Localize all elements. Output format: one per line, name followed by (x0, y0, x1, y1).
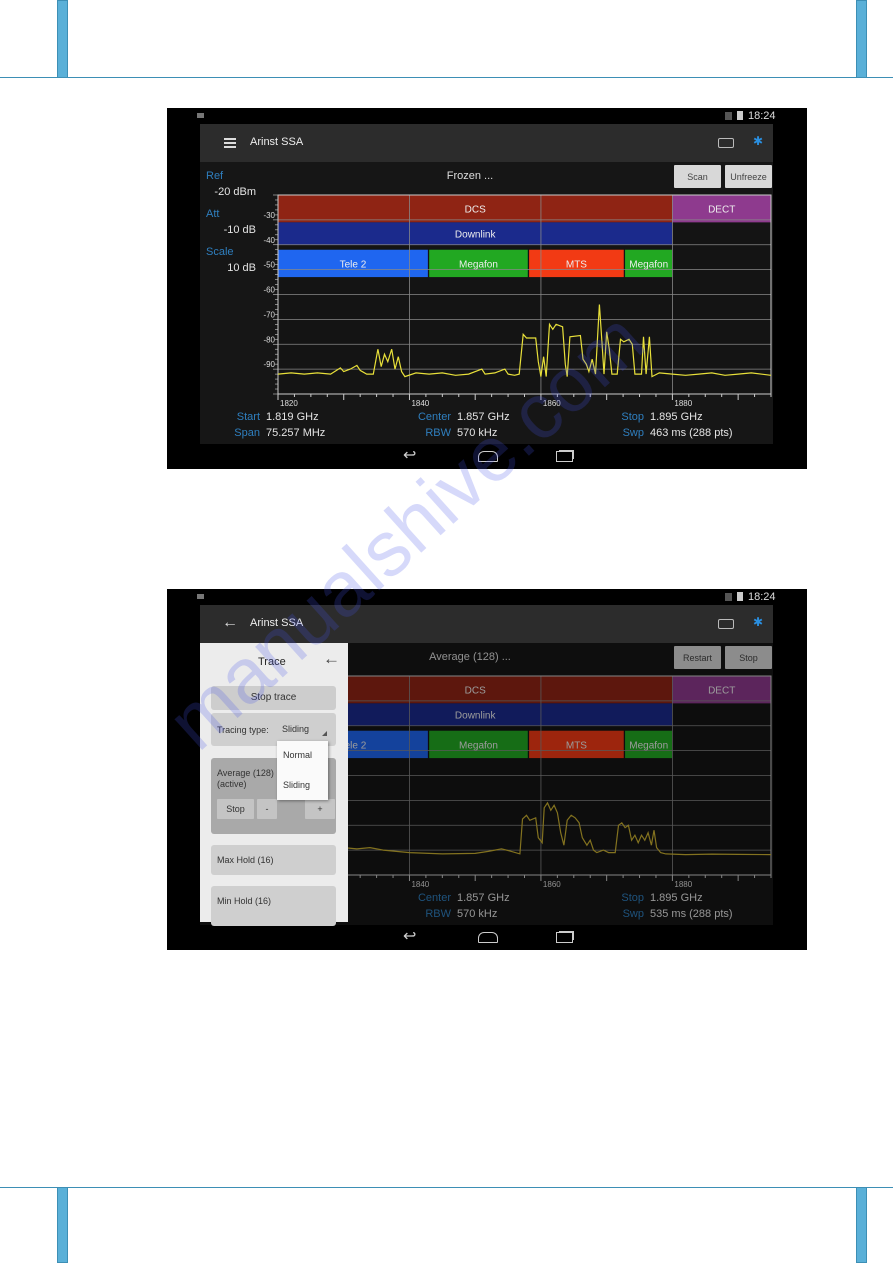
bluetooth-icon[interactable]: ✱ (753, 615, 763, 629)
readout-value: 75.257 MHz (266, 427, 326, 439)
param-label: Att (206, 208, 220, 220)
min-hold-button[interactable]: Min Hold (16) (211, 886, 336, 926)
stop-trace-button[interactable]: Stop trace (211, 686, 336, 710)
x-tick-label: 1840 (411, 399, 429, 408)
battery-status-icon (737, 111, 743, 120)
y-tick-label: -90 (263, 360, 275, 369)
tracing-type-dropdown: Normal Sliding (277, 741, 328, 800)
readout-label: Swp (622, 427, 644, 439)
dropdown-option-sliding[interactable]: Sliding (283, 780, 310, 790)
readout-value: 570 kHz (457, 427, 498, 439)
camera-notification-icon (197, 113, 204, 118)
readout-label: Span (234, 427, 260, 439)
average-button-stop[interactable]: Stop (217, 799, 254, 819)
hamburger-menu-icon[interactable] (224, 138, 236, 148)
tracing-type-select[interactable]: Sliding (282, 724, 309, 734)
readout-value: 463 ms (288 pts) (650, 427, 733, 439)
average-label: Average (128) (217, 768, 274, 778)
menu-line (224, 138, 236, 140)
signal-icon (725, 112, 732, 120)
footer-bar-right (856, 1187, 867, 1263)
nav-home-icon[interactable] (478, 932, 498, 943)
readout-value: 1.895 GHz (650, 411, 703, 423)
average-status: (active) (217, 779, 247, 789)
readout-label: RBW (425, 427, 451, 439)
nav-back-icon[interactable]: ↩ (403, 926, 416, 946)
y-tick-label: -50 (263, 261, 275, 270)
app-screenshot: 18:24 ← Arinst SSA ✱ Average (128) ... Restar… (167, 589, 807, 950)
band-label: Tele 2 (340, 259, 367, 270)
app-bar: Arinst SSA ✱ (200, 124, 773, 162)
band-label: DCS (465, 205, 486, 216)
y-tick-label: -60 (263, 286, 275, 295)
readout-label: Start (236, 411, 260, 423)
y-tick-label: -80 (263, 335, 275, 344)
footer-rule (0, 1187, 893, 1188)
device-battery-icon (718, 619, 734, 629)
bluetooth-icon[interactable]: ✱ (753, 134, 763, 148)
status-time: 18:24 (748, 110, 776, 122)
param-value: -20 dBm (214, 186, 256, 198)
scan-status-text: Frozen ... (446, 170, 494, 182)
battery-status-icon (737, 592, 743, 601)
signal-icon (725, 593, 732, 601)
nav-recents-icon[interactable] (556, 451, 573, 462)
camera-notification-icon (197, 594, 204, 599)
device-battery-icon (718, 138, 734, 148)
app-title: Arinst SSA (250, 617, 304, 629)
x-tick-label: 1820 (280, 399, 298, 408)
button-unfreeze[interactable]: Unfreeze (725, 165, 772, 188)
nav-back-icon[interactable]: ↩ (403, 445, 416, 465)
x-tick-label: 1860 (543, 399, 561, 408)
status-time: 18:24 (748, 591, 776, 603)
y-tick-label: -70 (263, 310, 275, 319)
average-button-minus[interactable]: - (257, 799, 277, 819)
y-tick-label: -30 (263, 211, 275, 220)
readout-label: Stop (621, 411, 644, 423)
button-scan[interactable]: Scan (674, 165, 721, 188)
tracing-type-label: Tracing type: (217, 725, 269, 735)
nav-recents-icon[interactable] (556, 932, 573, 943)
header-rule (0, 77, 893, 78)
readout-label: Center (417, 411, 451, 423)
param-label: Scale (206, 246, 234, 258)
max-hold-button[interactable]: Max Hold (16) (211, 845, 336, 875)
app-title: Arinst SSA (250, 136, 304, 148)
param-value: 10 dB (227, 262, 256, 274)
spectrum-chart: DCS DECT Downlink Tele 2 Megafon MTS Megafon 18… (263, 194, 772, 408)
drawer-close-arrow-icon[interactable]: ← (323, 649, 340, 669)
band-label: Megafon (629, 259, 668, 270)
back-arrow-icon[interactable]: ← (222, 614, 238, 632)
readout-value: 1.857 GHz (457, 411, 510, 423)
menu-line (224, 142, 236, 144)
content-area: Frozen ... Scan Unfreeze Ref -20 dBm Att -10 d… (200, 162, 773, 444)
app-bar: ← Arinst SSA ✱ (200, 605, 773, 643)
band-label: MTS (566, 259, 587, 270)
band-label: Downlink (455, 230, 497, 241)
header-bar-left (57, 0, 68, 78)
menu-line (224, 146, 236, 148)
drawer-title: Trace (258, 656, 286, 668)
dropdown-option-normal[interactable]: Normal (283, 750, 312, 760)
param-value: -10 dB (223, 224, 256, 236)
trace-drawer: Trace ← Stop trace Tracing type: Sliding Aver… (200, 643, 348, 926)
param-label: Ref (206, 170, 224, 182)
footer-bar-left (57, 1187, 68, 1263)
y-tick-label: -40 (263, 236, 275, 245)
dropdown-triangle-icon (322, 731, 327, 736)
app-screenshot: 18:24 Arinst SSA ✱ Frozen ... Scan Unfreeze Re… (167, 108, 807, 469)
readout-value: 1.819 GHz (266, 411, 319, 423)
x-tick-label: 1880 (674, 399, 692, 408)
band-label: DECT (708, 205, 735, 216)
manual-page: 18:24 Arinst SSA ✱ Frozen ... Scan Unfreeze Re… (0, 0, 893, 1263)
average-button-plus[interactable]: + (305, 799, 335, 819)
nav-home-icon[interactable] (478, 451, 498, 462)
band-label: Megafon (459, 259, 498, 270)
plot-area: DCS DECT Downlink Tele 2 Megafon MTS Megafon 18… (263, 194, 772, 408)
header-bar-right (856, 0, 867, 78)
